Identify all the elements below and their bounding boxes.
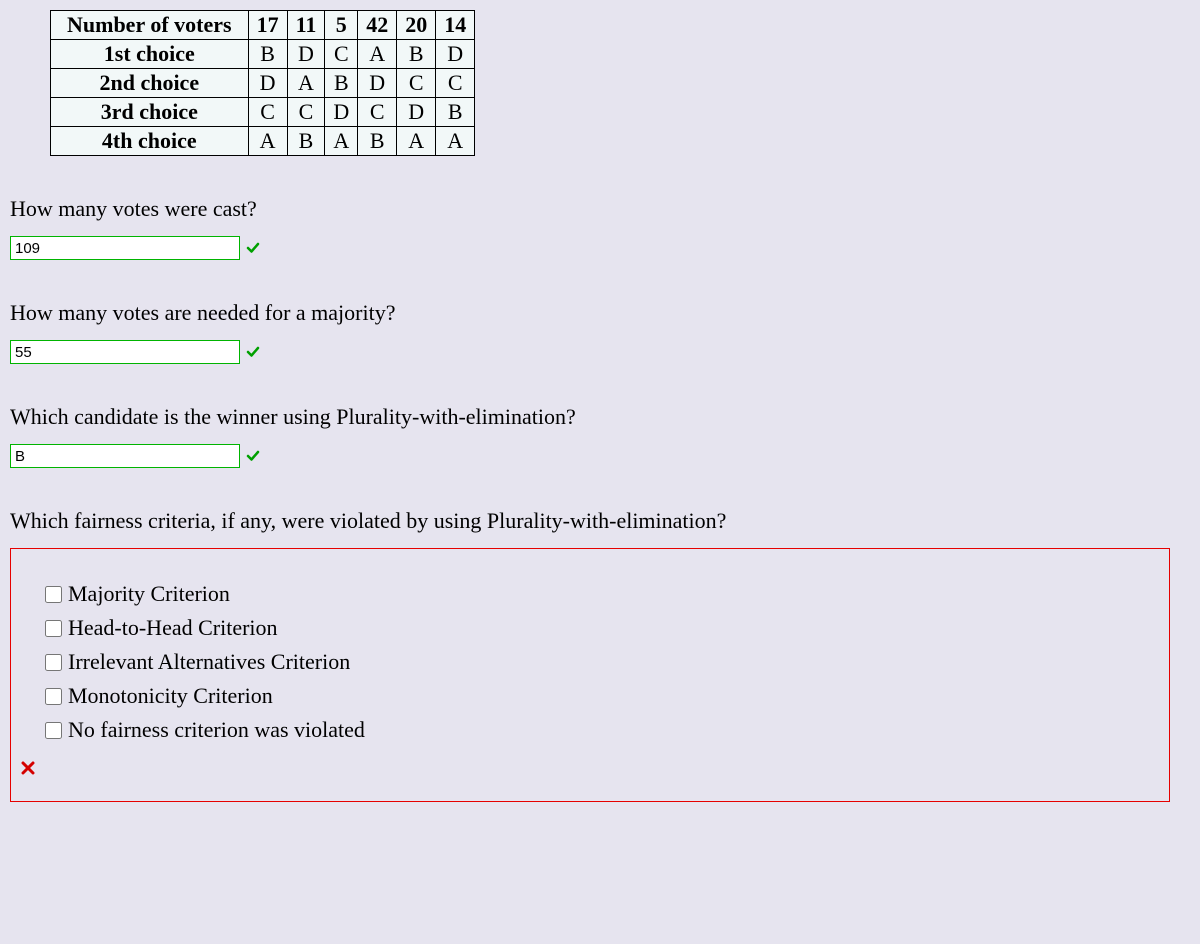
cell: B — [397, 40, 436, 69]
criteria-checkbox-majority[interactable] — [45, 586, 62, 603]
question-1-input[interactable] — [10, 236, 240, 260]
criteria-checkbox-head-to-head[interactable] — [45, 620, 62, 637]
criteria-label: Majority Criterion — [68, 581, 230, 607]
table-row: 2nd choice D A B D C C — [51, 69, 475, 98]
correct-check-icon — [246, 449, 260, 463]
criteria-option[interactable]: Head-to-Head Criterion — [45, 615, 1145, 641]
cell: B — [287, 127, 325, 156]
cell: B — [325, 69, 358, 98]
cell: C — [248, 98, 287, 127]
cell: D — [287, 40, 325, 69]
criteria-label: No fairness criterion was violated — [68, 717, 365, 743]
header-cell: 14 — [436, 11, 475, 40]
criteria-label: Monotonicity Criterion — [68, 683, 273, 709]
cell: D — [436, 40, 475, 69]
cell: C — [436, 69, 475, 98]
cell: C — [287, 98, 325, 127]
criteria-option[interactable]: Irrelevant Alternatives Criterion — [45, 649, 1145, 675]
cell: D — [325, 98, 358, 127]
criteria-option[interactable]: Majority Criterion — [45, 581, 1145, 607]
table-row: 3rd choice C C D C D B — [51, 98, 475, 127]
cell: B — [436, 98, 475, 127]
incorrect-cross-icon — [21, 761, 35, 775]
cell: B — [248, 40, 287, 69]
cell: A — [287, 69, 325, 98]
cell: A — [325, 127, 358, 156]
cell: D — [358, 69, 397, 98]
row-label: 1st choice — [51, 40, 249, 69]
header-cell: 20 — [397, 11, 436, 40]
question-1-text: How many votes were cast? — [10, 196, 1190, 222]
question-4-text: Which fairness criteria, if any, were vi… — [10, 508, 1190, 534]
cell: C — [397, 69, 436, 98]
criteria-checkbox-monotonicity[interactable] — [45, 688, 62, 705]
question-3-text: Which candidate is the winner using Plur… — [10, 404, 1190, 430]
table-row: 4th choice A B A B A A — [51, 127, 475, 156]
header-cell: 42 — [358, 11, 397, 40]
criteria-checkbox-none[interactable] — [45, 722, 62, 739]
cell: A — [436, 127, 475, 156]
cell: C — [358, 98, 397, 127]
criteria-label: Head-to-Head Criterion — [68, 615, 278, 641]
cell: D — [248, 69, 287, 98]
cell: A — [397, 127, 436, 156]
header-cell: Number of voters — [51, 11, 249, 40]
criteria-option[interactable]: No fairness criterion was violated — [45, 717, 1145, 743]
row-label: 4th choice — [51, 127, 249, 156]
row-label: 2nd choice — [51, 69, 249, 98]
header-cell: 5 — [325, 11, 358, 40]
question-2-text: How many votes are needed for a majority… — [10, 300, 1190, 326]
header-cell: 11 — [287, 11, 325, 40]
row-label: 3rd choice — [51, 98, 249, 127]
preference-table: Number of voters 17 11 5 42 20 14 1st ch… — [50, 10, 475, 156]
header-cell: 17 — [248, 11, 287, 40]
cell: C — [325, 40, 358, 69]
criteria-label: Irrelevant Alternatives Criterion — [68, 649, 350, 675]
criteria-answer-box: Majority Criterion Head-to-Head Criterio… — [10, 548, 1170, 802]
correct-check-icon — [246, 345, 260, 359]
criteria-checkbox-irrelevant-alternatives[interactable] — [45, 654, 62, 671]
cell: A — [248, 127, 287, 156]
cell: A — [358, 40, 397, 69]
question-2-input[interactable] — [10, 340, 240, 364]
question-3-input[interactable] — [10, 444, 240, 468]
cell: B — [358, 127, 397, 156]
correct-check-icon — [246, 241, 260, 255]
criteria-option[interactable]: Monotonicity Criterion — [45, 683, 1145, 709]
cell: D — [397, 98, 436, 127]
table-header-row: Number of voters 17 11 5 42 20 14 — [51, 11, 475, 40]
table-row: 1st choice B D C A B D — [51, 40, 475, 69]
